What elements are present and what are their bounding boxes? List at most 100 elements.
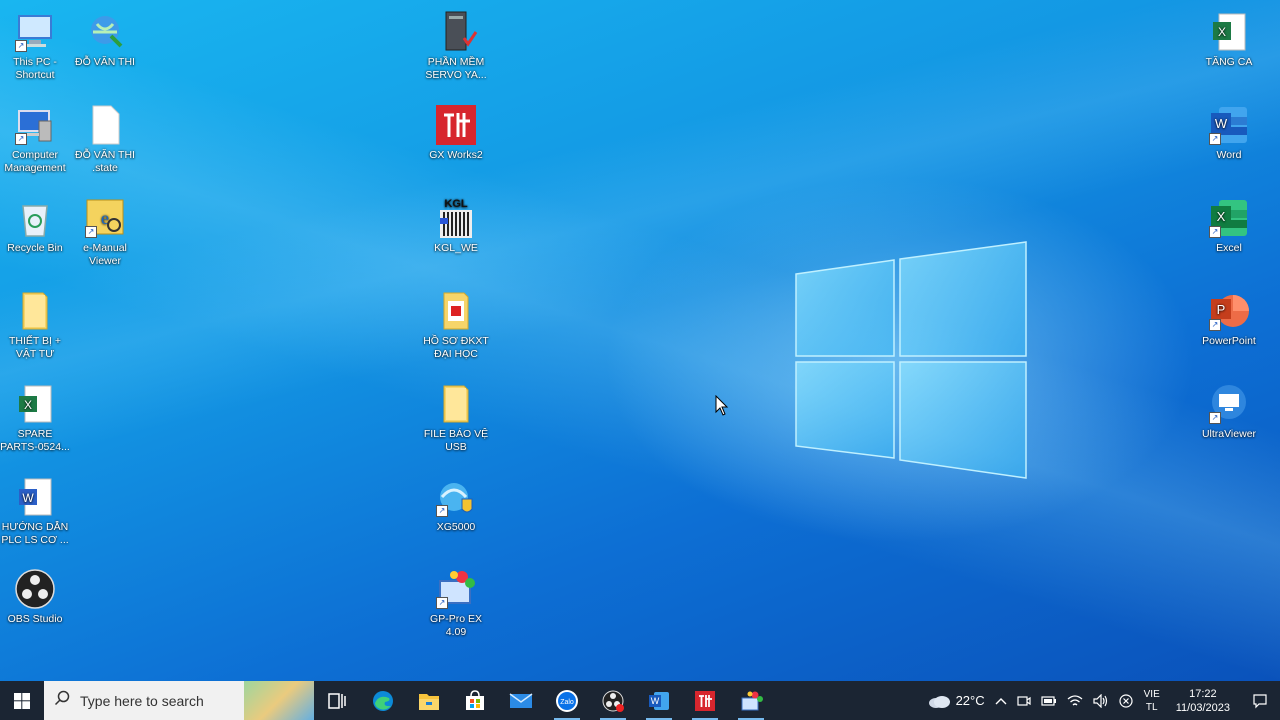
xg5000-icon: ↗: [434, 475, 478, 519]
taskbar-gp-pro[interactable]: [728, 681, 774, 720]
taskbar-mail[interactable]: [498, 681, 544, 720]
tray-network[interactable]: [1062, 681, 1088, 720]
cloud-weather-icon: [928, 695, 950, 708]
desktop-icon-gx-works2[interactable]: GX Works2: [421, 103, 491, 162]
obs-icon: [602, 690, 624, 712]
system-tray: 22°C VIE TL 17:22 11/03/2023: [922, 681, 1280, 720]
taskbar-clock[interactable]: 17:22 11/03/2023: [1166, 687, 1240, 715]
taskbar-gx-works[interactable]: [682, 681, 728, 720]
blank-file-icon: [83, 103, 127, 147]
store-icon: [466, 689, 484, 710]
zalo-icon: Zalo: [556, 689, 578, 712]
desktop-icon-do-van-thi[interactable]: ĐỖ VĂN THI: [70, 10, 140, 69]
gp-pro-icon: [741, 691, 763, 710]
desktop-icon-obs-studio[interactable]: OBS Studio: [0, 567, 70, 626]
desktop-icon-thiet-bi[interactable]: THIẾT BỊ + VẬT TƯ: [0, 289, 70, 361]
tray-battery[interactable]: [1036, 681, 1062, 720]
tray-meet-now[interactable]: [1012, 681, 1036, 720]
input-language-indicator[interactable]: VIE TL: [1138, 688, 1166, 714]
desktop-icon-spare-parts[interactable]: X SPARE PARTS-0524...: [0, 382, 70, 454]
ultraviewer-icon: ↗: [1207, 382, 1251, 426]
tray-volume[interactable]: [1088, 681, 1114, 720]
taskbar-task-view[interactable]: [314, 681, 360, 720]
weather-temperature: 22°C: [955, 693, 985, 708]
svg-text:W: W: [22, 491, 34, 505]
windows-start-icon: [14, 692, 30, 709]
svg-text:X: X: [1217, 209, 1226, 224]
taskbar-obs[interactable]: [590, 681, 636, 720]
edge-icon: [373, 690, 393, 711]
computer-icon: ↗: [13, 10, 57, 54]
taskbar-zalo[interactable]: Zalo: [544, 681, 590, 720]
desktop-icon-excel[interactable]: X ↗ Excel: [1194, 196, 1264, 255]
excel-icon: X ↗: [1207, 196, 1251, 240]
clock-date: 11/03/2023: [1175, 701, 1230, 714]
svg-text:KGL: KGL: [444, 198, 468, 210]
desktop-icon-file-bao-ve-usb[interactable]: FILE BÁO VỆ USB: [421, 382, 491, 454]
search-placeholder: Type here to search: [80, 692, 204, 709]
svg-text:Zalo: Zalo: [560, 699, 574, 706]
svg-text:P: P: [1217, 302, 1226, 317]
recycle-bin-icon: [13, 196, 57, 240]
desktop-icon-huong-dan-plc[interactable]: W HƯỚNG DẪN PLC LS CƠ ...: [0, 475, 70, 547]
desktop-icon-recycle-bin[interactable]: Recycle Bin: [0, 196, 70, 255]
svg-text:X: X: [1218, 25, 1226, 39]
taskbar-store[interactable]: [452, 681, 498, 720]
task-view-icon: [328, 692, 346, 709]
obs-icon: [13, 567, 57, 611]
desktop-icon-ho-so-dkxt[interactable]: HỒ SƠ ĐKXT ĐẠI HỌC: [421, 289, 491, 361]
gp-pro-icon: ↗: [434, 567, 478, 611]
word-icon: W: [649, 691, 669, 710]
folder-icon: [434, 382, 478, 426]
search-highlight-art: [244, 681, 314, 720]
weather-widget[interactable]: 22°C: [922, 681, 990, 720]
circle-x-icon: [1119, 693, 1133, 708]
folder-pdf-icon: [434, 289, 478, 333]
word-file-icon: W: [13, 475, 57, 519]
word-icon: W ↗: [1207, 103, 1251, 147]
desktop-icon-ultraviewer[interactable]: ↗ UltraViewer: [1194, 382, 1264, 441]
svg-text:W: W: [1215, 116, 1228, 131]
taskbar: Type here to search Zalo W 22°C VIE TL 1…: [0, 681, 1280, 720]
emanual-icon: e ↗: [83, 196, 127, 240]
notification-icon: [1253, 693, 1267, 708]
mail-icon: [509, 692, 533, 708]
battery-icon: [1041, 695, 1056, 706]
user-globe-icon: [83, 10, 127, 54]
computer-management-icon: ↗: [13, 103, 57, 147]
desktop-icon-tang-ca[interactable]: X TĂNG CA: [1194, 10, 1264, 69]
action-center-button[interactable]: [1240, 681, 1280, 720]
excel-file-icon: X: [13, 382, 57, 426]
gx-works-icon: [434, 103, 478, 147]
desktop-icon-kgl-we[interactable]: KGL KGL_WE: [421, 196, 491, 255]
windows-logo-wallpaper: [795, 241, 1027, 479]
desktop-icon-powerpoint[interactable]: P ↗ PowerPoint: [1194, 289, 1264, 348]
desktop-icon-xg5000[interactable]: ↗ XG5000: [421, 475, 491, 534]
desktop-icon-do-van-thi-state[interactable]: ĐỖ VĂN THI .state: [70, 103, 140, 175]
gx-works-icon: [695, 690, 715, 711]
clock-time: 17:22: [1189, 687, 1217, 700]
desktop-icon-this-pc[interactable]: ↗ This PC - Shortcut: [0, 10, 70, 82]
svg-text:X: X: [24, 398, 32, 412]
search-icon: [44, 690, 80, 711]
wallpaper-beam: [0, 0, 1280, 720]
taskbar-search-box[interactable]: Type here to search: [44, 681, 314, 720]
taskbar-file-explorer[interactable]: [406, 681, 452, 720]
desktop-icon-computer-management[interactable]: ↗ Computer Management: [0, 103, 70, 175]
chevron-up-icon: [995, 697, 1007, 704]
file-explorer-icon: [419, 693, 439, 710]
desktop-icon-gp-pro-ex[interactable]: ↗ GP-Pro EX 4.09: [421, 567, 491, 639]
start-button[interactable]: [0, 681, 44, 720]
camera-icon: [1017, 695, 1031, 706]
desktop-icon-e-manual-viewer[interactable]: e ↗ e-Manual Viewer: [70, 196, 140, 268]
taskbar-word[interactable]: W: [636, 681, 682, 720]
excel-icon: X: [1207, 10, 1251, 54]
tray-app-status[interactable]: [1114, 681, 1138, 720]
desktop-icon-word[interactable]: W ↗ Word: [1194, 103, 1264, 162]
desktop-icon-phan-mem-servo[interactable]: PHẦN MỀM SERVO YA...: [421, 10, 491, 82]
taskbar-edge[interactable]: [360, 681, 406, 720]
tray-overflow-chevron[interactable]: [990, 681, 1012, 720]
wifi-icon: [1067, 694, 1083, 705]
kgl-icon: KGL: [434, 196, 478, 240]
powerpoint-icon: P ↗: [1207, 289, 1251, 333]
